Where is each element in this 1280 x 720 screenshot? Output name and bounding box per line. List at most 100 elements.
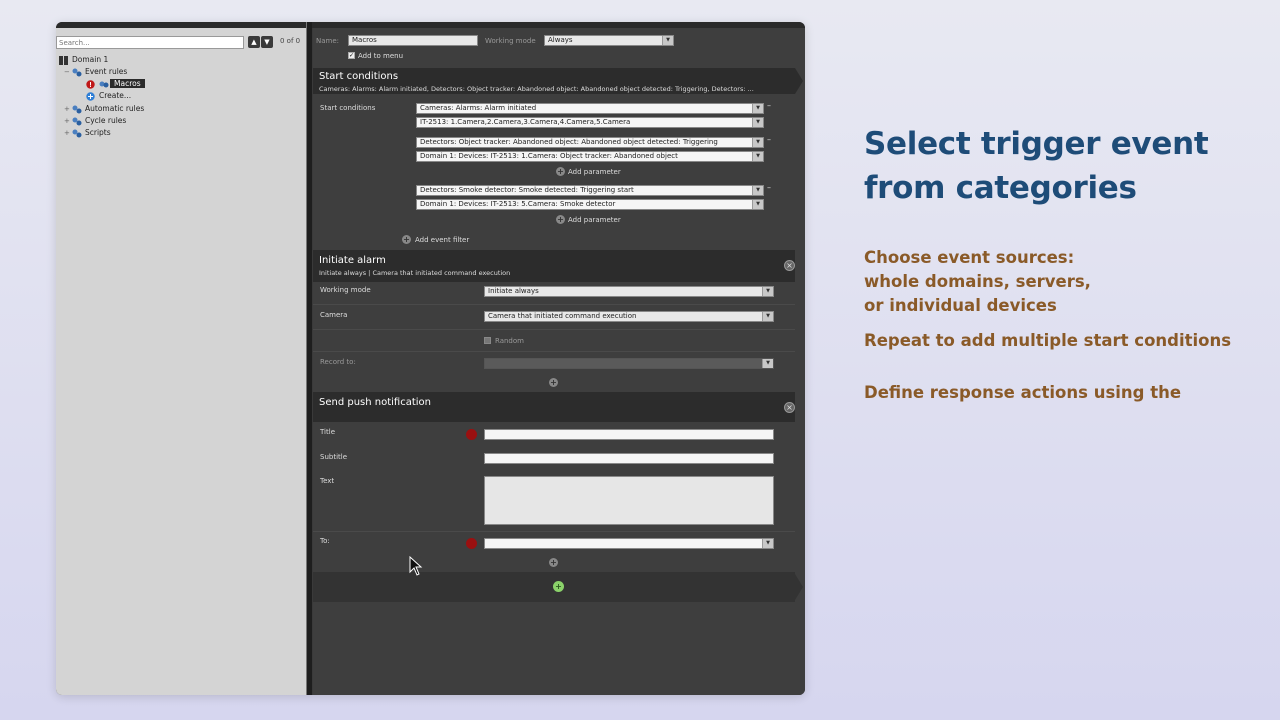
- close-icon[interactable]: ×: [784, 260, 795, 271]
- alarm-camera-value: Camera that initiated command execution: [488, 312, 637, 320]
- tree-label-scripts: Scripts: [85, 128, 111, 137]
- app-screenshot: ▲ ▼ 0 of 0 Domain 1 −Event rules Macros …: [56, 22, 805, 695]
- alarm-camera-select[interactable]: Camera that initiated command execution ▼: [484, 311, 774, 322]
- record-to-label: Record to:: [320, 358, 356, 366]
- initiate-alarm-summary: Initiate always | Camera that initiated …: [319, 269, 511, 277]
- expand-icon[interactable]: +: [64, 128, 70, 139]
- add-parameter-link[interactable]: Add parameter: [568, 216, 621, 224]
- tree-label-create: Create...: [99, 91, 132, 100]
- push-to-label: To:: [320, 537, 330, 545]
- panel-divider[interactable]: [306, 22, 312, 695]
- overlay-paragraph-1-line1: Choose event sources:: [864, 248, 1075, 267]
- close-icon[interactable]: ×: [784, 402, 795, 413]
- add-parameter-icon[interactable]: +: [556, 167, 565, 176]
- left-panel: ▲ ▼ 0 of 0 Domain 1 −Event rules Macros …: [56, 28, 306, 695]
- server-icon: [59, 55, 68, 65]
- tree-label-macros: Macros: [110, 79, 145, 88]
- start-condition-3-source-text: Domain 1: Devices: IT-2513: 5.Camera: Sm…: [420, 200, 616, 208]
- search-input[interactable]: [56, 36, 244, 49]
- add-to-menu-label: Add to menu: [358, 52, 404, 60]
- chevron-down-icon: ▼: [762, 287, 773, 296]
- tree-item-automatic-rules[interactable]: + Automatic rules: [64, 103, 144, 114]
- chevron-down-icon: ▼: [762, 312, 773, 321]
- push-to-select[interactable]: ▼: [484, 538, 774, 549]
- name-label: Name:: [316, 37, 340, 45]
- tree-item-macros[interactable]: Macros: [86, 78, 145, 89]
- tree-item-event-rules[interactable]: − Event rules: [64, 66, 127, 77]
- search-down-button[interactable]: ▼: [261, 36, 273, 48]
- alarm-camera-label: Camera: [320, 311, 348, 319]
- add-push-parameter-icon[interactable]: +: [549, 558, 558, 567]
- tree-item-scripts[interactable]: + Scripts: [64, 127, 111, 138]
- chevron-down-icon: ▼: [762, 359, 773, 368]
- remove-condition-3-button[interactable]: –: [767, 183, 771, 192]
- record-to-select[interactable]: ▼: [484, 358, 774, 369]
- push-text-label: Text: [320, 477, 335, 485]
- rules-icon: [72, 129, 82, 137]
- working-mode-select[interactable]: Always ▼: [544, 35, 674, 46]
- tree-item-cycle-rules[interactable]: + Cycle rules: [64, 115, 126, 126]
- name-value: Macros: [352, 36, 377, 44]
- overlay-paragraph-1-line3: or individual devices: [864, 296, 1057, 315]
- alarm-working-mode-select[interactable]: Initiate always ▼: [484, 286, 774, 297]
- start-conditions-summary: Cameras: Alarms: Alarm initiated, Detect…: [319, 85, 754, 93]
- push-notification-header[interactable]: Send push notification: [313, 392, 795, 422]
- start-condition-2-event[interactable]: Detectors: Object tracker: Abandoned obj…: [416, 137, 764, 148]
- start-condition-3-source[interactable]: Domain 1: Devices: IT-2513: 5.Camera: Sm…: [416, 199, 764, 210]
- push-text-input[interactable]: [484, 476, 774, 525]
- chevron-down-icon: ▼: [752, 186, 763, 195]
- row-separator: [313, 329, 795, 330]
- remove-condition-1-button[interactable]: –: [767, 101, 771, 110]
- chevron-down-icon: ▼: [762, 539, 773, 548]
- start-condition-1-source[interactable]: IT-2513: 1.Camera,2.Camera,3.Camera,4.Ca…: [416, 117, 764, 128]
- rules-icon: [72, 68, 82, 76]
- overlay-paragraph-1-line2: whole domains, servers,: [864, 272, 1091, 291]
- push-subtitle-input[interactable]: [484, 453, 774, 464]
- macro-editor: Name: Macros Working mode Always ▼ ✓ Add …: [313, 28, 805, 695]
- working-mode-label: Working mode: [485, 37, 536, 45]
- search-row: ▲ ▼ 0 of 0: [56, 36, 306, 50]
- tree-item-create[interactable]: Create...: [86, 90, 131, 101]
- remove-condition-2-button[interactable]: –: [767, 135, 771, 144]
- start-conditions-row-label: Start conditions: [320, 104, 376, 112]
- push-title-input[interactable]: [484, 429, 774, 440]
- start-condition-1-source-text: IT-2513: 1.Camera,2.Camera,3.Camera,4.Ca…: [420, 118, 631, 126]
- start-condition-1-event[interactable]: Cameras: Alarms: Alarm initiated ▼: [416, 103, 764, 114]
- add-event-filter-link[interactable]: Add event filter: [415, 236, 469, 244]
- overlay-paragraph-1: Choose event sources: whole domains, ser…: [864, 246, 1091, 318]
- section-arrow-icon: [795, 574, 803, 600]
- add-parameter-icon[interactable]: +: [556, 215, 565, 224]
- initiate-alarm-header[interactable]: Initiate alarm Initiate always | Camera …: [313, 250, 795, 282]
- chevron-down-icon: ▼: [752, 104, 763, 113]
- tree-label-event-rules: Event rules: [85, 67, 128, 76]
- start-condition-2-source[interactable]: Domain 1: Devices: IT-2513: 1.Camera: Ob…: [416, 151, 764, 162]
- expand-icon[interactable]: +: [64, 116, 70, 127]
- rules-icon: [72, 117, 82, 125]
- start-condition-2-event-text: Detectors: Object tracker: Abandoned obj…: [420, 138, 718, 146]
- mouse-cursor-icon: [409, 556, 423, 576]
- name-input[interactable]: Macros: [348, 35, 478, 46]
- required-icon: [466, 538, 477, 549]
- overlay-heading-line2: from categories: [864, 170, 1137, 206]
- random-label: Random: [495, 337, 524, 345]
- start-condition-3-event[interactable]: Detectors: Smoke detector: Smoke detecte…: [416, 185, 764, 196]
- collapse-icon[interactable]: −: [64, 67, 70, 78]
- chevron-down-icon: ▼: [752, 118, 763, 127]
- tree-item-domain[interactable]: Domain 1: [59, 54, 108, 65]
- push-notification-title: Send push notification: [319, 397, 432, 408]
- add-event-filter-icon[interactable]: +: [402, 235, 411, 244]
- overlay-heading: Select trigger event from categories: [864, 122, 1264, 210]
- row-separator: [313, 304, 795, 305]
- add-alarm-parameter-icon[interactable]: +: [549, 378, 558, 387]
- expand-icon[interactable]: +: [64, 104, 70, 115]
- start-conditions-header[interactable]: Start conditions Cameras: Alarms: Alarm …: [313, 68, 803, 94]
- start-condition-1-event-text: Cameras: Alarms: Alarm initiated: [420, 104, 537, 112]
- search-up-button[interactable]: ▲: [248, 36, 260, 48]
- start-condition-2-source-text: Domain 1: Devices: IT-2513: 1.Camera: Ob…: [420, 152, 678, 160]
- add-to-menu-checkbox[interactable]: ✓: [348, 52, 355, 59]
- overlay-paragraph-2: Repeat to add multiple start conditions: [864, 331, 1232, 350]
- add-parameter-link[interactable]: Add parameter: [568, 168, 621, 176]
- random-checkbox[interactable]: [484, 337, 491, 344]
- add-action-button[interactable]: +: [553, 581, 564, 592]
- tree-label-automatic-rules: Automatic rules: [85, 104, 145, 113]
